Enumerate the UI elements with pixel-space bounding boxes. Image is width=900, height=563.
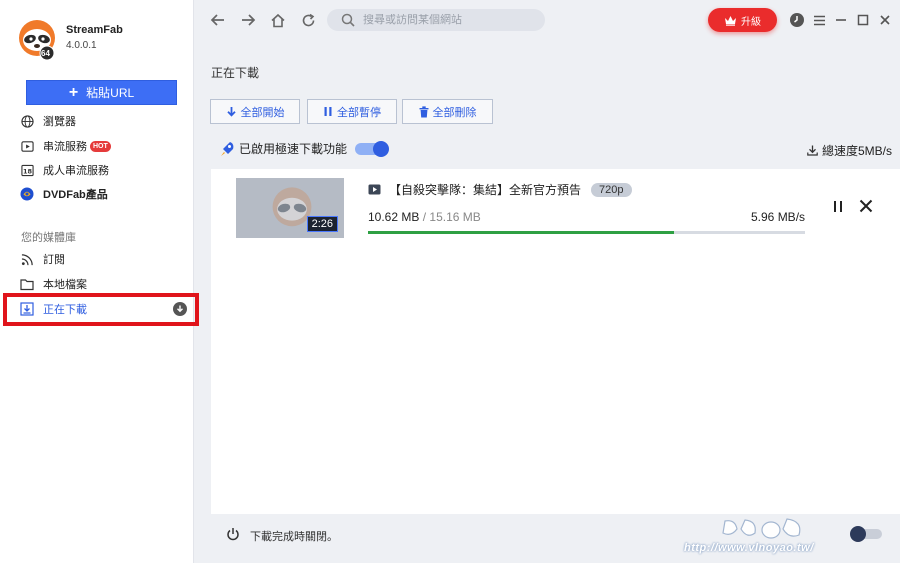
sidebar-item-adult-streaming[interactable]: 18 成人串流服務 <box>20 160 109 180</box>
sidebar-item-label: 正在下載 <box>43 304 87 316</box>
sidebar-item-label: 瀏覽器 <box>43 116 76 128</box>
app-name: StreamFab <box>66 24 123 36</box>
delete-all-label: 全部刪除 <box>432 106 477 119</box>
start-all-label: 全部開始 <box>240 106 285 119</box>
turbo-download-label: 已啟用極速下載功能 <box>239 142 348 156</box>
close-icon <box>859 199 873 213</box>
download-progress-bar <box>368 231 805 234</box>
video-type-icon <box>368 184 381 195</box>
hamburger-menu-icon <box>813 15 825 25</box>
logo-badge: 64 <box>41 49 50 58</box>
library-section-label: 您的媒體庫 <box>21 232 76 244</box>
remove-download-button[interactable] <box>857 197 875 215</box>
toggle-knob <box>850 526 866 542</box>
refresh-button[interactable] <box>298 10 318 30</box>
trash-icon <box>419 105 428 117</box>
search-bar[interactable] <box>327 9 545 31</box>
pause-icon <box>324 107 332 116</box>
feedback-button[interactable] <box>788 11 806 29</box>
size-separator: / <box>419 210 430 224</box>
toggle-knob <box>373 140 390 157</box>
download-tray-icon <box>20 302 34 316</box>
total-speed-label: 總速度5MB/s <box>821 144 892 158</box>
clock-icon <box>790 13 804 27</box>
app-version: 4.0.0.1 <box>66 40 97 51</box>
downloaded-size: 10.62 MB <box>368 210 420 224</box>
page-title: 正在下載 <box>211 66 260 80</box>
sidebar-item-label: 本地檔案 <box>43 279 87 291</box>
streamfab-logo-icon <box>19 20 55 60</box>
arrow-right-icon <box>242 14 256 26</box>
watermark-url: http://www.vlnoyao.tw/ <box>684 542 814 554</box>
sidebar-item-subscriptions[interactable]: 訂閱 <box>20 249 65 269</box>
pause-all-button[interactable]: 全部暫停 <box>307 99 397 124</box>
adult-18-icon: 18 <box>20 163 34 177</box>
pause-download-button[interactable] <box>829 197 847 215</box>
home-icon <box>271 13 285 27</box>
forward-button[interactable] <box>238 10 258 30</box>
sidebar-item-label: 串流服務 <box>43 141 87 153</box>
total-size: 15.16 MB <box>429 210 481 224</box>
power-icon <box>227 528 239 541</box>
search-input[interactable] <box>363 14 533 26</box>
paste-url-label: 粘貼URL <box>86 86 135 100</box>
upgrade-label: 升級 <box>741 16 761 28</box>
navigation-controls <box>208 10 318 30</box>
menu-button[interactable] <box>810 11 828 29</box>
pause-icon <box>834 200 842 212</box>
arrow-left-icon <box>210 14 224 26</box>
download-progress-fill <box>368 231 674 234</box>
sidebar-item-dvdfab[interactable]: DVDFab產品 <box>20 184 108 204</box>
sidebar-item-downloading[interactable]: 正在下載 <box>20 299 87 319</box>
upgrade-button[interactable]: 升級 <box>708 8 777 32</box>
globe-icon <box>20 114 34 128</box>
turbo-download-row: 已啟用極速下載功能 <box>220 140 390 157</box>
maximize-icon <box>857 14 869 26</box>
rocket-icon <box>221 141 234 156</box>
resolution-badge: 720p <box>591 182 632 197</box>
back-button[interactable] <box>208 10 228 30</box>
video-title: 【自殺突擊隊：集結】全新官方預告 <box>389 183 582 197</box>
plus-icon: + <box>68 83 79 101</box>
close-when-done-label: 下載完成時關閉。 <box>250 531 338 543</box>
refresh-icon <box>302 13 314 26</box>
crown-icon <box>725 15 736 26</box>
video-duration: 2:26 <box>306 216 338 232</box>
home-button[interactable] <box>268 10 288 30</box>
sidebar-item-label: 成人串流服務 <box>43 165 109 177</box>
video-title-row: 【自殺突擊隊：集結】全新官方預告 720p <box>368 181 632 198</box>
paste-url-button[interactable]: + 粘貼URL <box>26 80 177 105</box>
delete-all-button[interactable]: 全部刪除 <box>402 99 493 124</box>
dvdfab-icon <box>20 187 34 201</box>
close-window-button[interactable] <box>876 11 894 29</box>
download-list-panel: 2:26 【自殺突擊隊：集結】全新官方預告 720p 10.62 MB / 15… <box>211 169 900 514</box>
sidebar-item-browser[interactable]: 瀏覽器 <box>20 111 76 131</box>
folder-icon <box>20 277 34 291</box>
video-thumbnail[interactable]: 2:26 <box>236 178 344 238</box>
pause-all-label: 全部暫停 <box>337 106 381 119</box>
start-all-button[interactable]: 全部開始 <box>210 99 300 124</box>
turbo-download-toggle[interactable] <box>355 140 390 157</box>
total-speed: 總速度5MB/s <box>807 142 892 159</box>
download-size: 10.62 MB / 15.16 MB <box>368 210 481 224</box>
download-speed-icon <box>807 145 818 156</box>
svg-text:18: 18 <box>22 167 32 175</box>
sidebar-item-label: 訂閱 <box>43 254 65 266</box>
rss-icon <box>20 252 34 266</box>
close-icon <box>880 15 890 25</box>
play-icon <box>20 139 34 153</box>
hot-badge: HOT <box>90 140 111 152</box>
search-icon <box>341 13 355 27</box>
sidebar-item-label: DVDFab產品 <box>43 189 108 201</box>
download-icon <box>226 106 236 117</box>
sidebar: 64 StreamFab 4.0.0.1 + 粘貼URL 瀏覽器 串流服務 HO… <box>0 0 199 563</box>
download-speed: 5.96 MB/s <box>751 210 806 224</box>
maximize-button[interactable] <box>854 11 872 29</box>
sidebar-item-streaming[interactable]: 串流服務 HOT <box>20 136 111 156</box>
minimize-button[interactable] <box>832 11 850 29</box>
close-when-done-toggle[interactable] <box>850 526 882 542</box>
sidebar-item-local-files[interactable]: 本地檔案 <box>20 274 87 294</box>
download-arrow-icon <box>173 302 187 316</box>
minimize-icon <box>836 19 846 21</box>
